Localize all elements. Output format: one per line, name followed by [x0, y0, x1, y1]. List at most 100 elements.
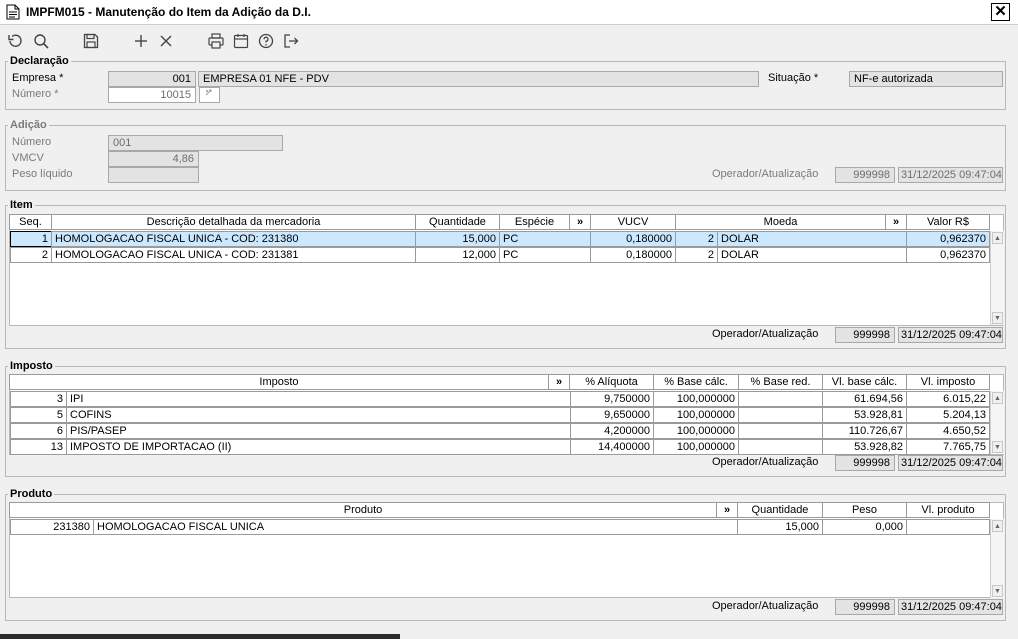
produto-operador-field: 999998	[835, 599, 895, 615]
imposto-cell-aliquota[interactable]: 9,750000	[570, 391, 654, 407]
scroll-down-icon[interactable]: ▼	[992, 585, 1003, 597]
imposto-header-base-red[interactable]: % Base red.	[738, 374, 823, 390]
item-cell-desc[interactable]: HOMOLOGACAO FISCAL UNICA - COD: 231381	[51, 247, 416, 263]
scroll-up-icon[interactable]: ▲	[992, 392, 1003, 404]
adicao-data-field: 31/12/2025 09:47:04	[898, 167, 1003, 183]
imposto-cell-base[interactable]: 100,000000	[653, 439, 739, 455]
imposto-cell-base-red[interactable]	[738, 391, 823, 407]
imposto-header-base[interactable]: % Base cálc.	[653, 374, 739, 390]
numero-field[interactable]: 10015	[108, 87, 196, 103]
save-icon[interactable]	[81, 31, 101, 51]
exit-icon[interactable]	[281, 31, 301, 51]
close-button[interactable]: ✕	[991, 3, 1010, 21]
imposto-cell-codigo[interactable]: 3	[10, 391, 67, 407]
imposto-cell-aliquota[interactable]: 14,400000	[570, 439, 654, 455]
numero-label: Número *	[12, 88, 59, 100]
item-cell-valor[interactable]: 0,962370	[906, 247, 990, 263]
imposto-cell-vimposto[interactable]: 5.204,13	[906, 407, 990, 423]
produto-cell-quantidade[interactable]: 15,000	[737, 519, 823, 535]
item-cell-moeda-cod[interactable]: 2	[675, 231, 718, 247]
item-header-moeda[interactable]: Moeda	[675, 214, 886, 230]
item-cell-vucv[interactable]: 0,180000	[590, 247, 676, 263]
item-header-valor[interactable]: Valor R$	[906, 214, 990, 230]
imposto-cell-nome[interactable]: IPI	[66, 391, 571, 407]
scroll-down-icon[interactable]: ▼	[992, 312, 1003, 324]
imposto-cell-vimposto[interactable]: 7.765,75	[906, 439, 990, 455]
imposto-cell-base[interactable]: 100,000000	[653, 407, 739, 423]
imposto-cell-aliquota[interactable]: 9,650000	[570, 407, 654, 423]
imposto-cell-vimposto[interactable]: 4.650,52	[906, 423, 990, 439]
item-cell-moeda[interactable]: DOLAR	[717, 247, 907, 263]
calendar-icon[interactable]	[231, 31, 251, 51]
item-header-vucv[interactable]: VUCV	[590, 214, 676, 230]
imposto-cell-codigo[interactable]: 6	[10, 423, 67, 439]
produto-header-vproduto[interactable]: Vl. produto	[906, 502, 990, 518]
imposto-cell-base-red[interactable]	[738, 423, 823, 439]
item-header-desc[interactable]: Descrição detalhada da mercadoria	[51, 214, 416, 230]
empresa-code-field[interactable]: 001	[108, 71, 196, 87]
imposto-cell-vbase[interactable]: 61.694,56	[822, 391, 907, 407]
imposto-cell-base[interactable]: 100,000000	[653, 391, 739, 407]
item-cell-desc[interactable]: HOMOLOGACAO FISCAL UNICA - COD: 231380	[51, 231, 416, 247]
imposto-cell-nome[interactable]: PIS/PASEP	[66, 423, 571, 439]
scroll-down-icon[interactable]: ▼	[992, 441, 1003, 453]
search-icon[interactable]	[31, 31, 51, 51]
produto-cell-vproduto[interactable]	[906, 519, 990, 535]
item-cell-especie[interactable]: PC	[499, 247, 591, 263]
imposto-cell-aliquota[interactable]: 4,200000	[570, 423, 654, 439]
numero-lookup-button[interactable]	[199, 87, 220, 103]
declaracao-legend: Declaração	[10, 55, 69, 67]
imposto-header-expand[interactable]: »	[548, 374, 570, 390]
item-cell-moeda-cod[interactable]: 2	[675, 247, 718, 263]
print-icon[interactable]	[206, 31, 226, 51]
produto-legend: Produto	[10, 488, 53, 500]
item-cell-especie[interactable]: PC	[499, 231, 591, 247]
produto-header-expand[interactable]: »	[716, 502, 738, 518]
imposto-cell-vbase[interactable]: 110.726,67	[822, 423, 907, 439]
item-header-expand-1[interactable]: »	[569, 214, 591, 230]
imposto-cell-vimposto[interactable]: 6.015,22	[906, 391, 990, 407]
scroll-up-icon[interactable]: ▲	[992, 520, 1003, 532]
imposto-cell-base-red[interactable]	[738, 407, 823, 423]
item-header-seq[interactable]: Seq.	[9, 214, 52, 230]
imposto-header-vbase[interactable]: Vl. base cálc.	[822, 374, 907, 390]
item-header-qtd[interactable]: Quantidade	[415, 214, 500, 230]
imposto-cell-codigo[interactable]: 5	[10, 407, 67, 423]
imposto-cell-nome[interactable]: IMPOSTO DE IMPORTACAO (II)	[66, 439, 571, 455]
item-cell-qtd[interactable]: 12,000	[415, 247, 500, 263]
produto-scrollbar[interactable]: ▲ ▼	[990, 519, 1004, 598]
imposto-cell-vbase[interactable]: 53.928,82	[822, 439, 907, 455]
item-header-especie[interactable]: Espécie	[499, 214, 570, 230]
imposto-header-vimposto[interactable]: Vl. imposto	[906, 374, 990, 390]
imposto-cell-nome[interactable]: COFINS	[66, 407, 571, 423]
scroll-up-icon[interactable]: ▲	[992, 232, 1003, 244]
imposto-cell-base-red[interactable]	[738, 439, 823, 455]
imposto-header-aliquota[interactable]: % Alíquota	[569, 374, 654, 390]
help-icon[interactable]	[256, 31, 276, 51]
imposto-scrollbar[interactable]: ▲ ▼	[990, 391, 1004, 454]
produto-header-quantidade[interactable]: Quantidade	[737, 502, 823, 518]
produto-operador-label: Operador/Atualização	[712, 600, 819, 612]
adicao-operador-field: 999998	[835, 167, 895, 183]
imposto-header-imposto[interactable]: Imposto	[9, 374, 549, 390]
item-cell-seq[interactable]: 2	[10, 247, 52, 263]
add-icon[interactable]	[131, 31, 151, 51]
produto-cell-codigo[interactable]: 231380	[10, 519, 94, 535]
item-header-expand-2[interactable]: »	[885, 214, 907, 230]
item-cell-qtd[interactable]: 15,000	[415, 231, 500, 247]
produto-header-peso[interactable]: Peso	[822, 502, 907, 518]
item-cell-vucv[interactable]: 0,180000	[590, 231, 676, 247]
produto-cell-peso[interactable]: 0,000	[822, 519, 907, 535]
item-cell-seq[interactable]: 1	[10, 231, 52, 247]
item-cell-valor[interactable]: 0,962370	[906, 231, 990, 247]
empresa-name-field: EMPRESA 01 NFE - PDV	[198, 71, 759, 87]
item-scrollbar[interactable]: ▲ ▼	[990, 231, 1004, 325]
imposto-cell-codigo[interactable]: 13	[10, 439, 67, 455]
undo-icon[interactable]	[5, 31, 25, 51]
produto-cell-nome[interactable]: HOMOLOGACAO FISCAL UNICA	[93, 519, 738, 535]
item-cell-moeda[interactable]: DOLAR	[717, 231, 907, 247]
imposto-cell-base[interactable]: 100,000000	[653, 423, 739, 439]
delete-icon[interactable]	[156, 31, 176, 51]
imposto-cell-vbase[interactable]: 53.928,81	[822, 407, 907, 423]
produto-header-produto[interactable]: Produto	[9, 502, 717, 518]
